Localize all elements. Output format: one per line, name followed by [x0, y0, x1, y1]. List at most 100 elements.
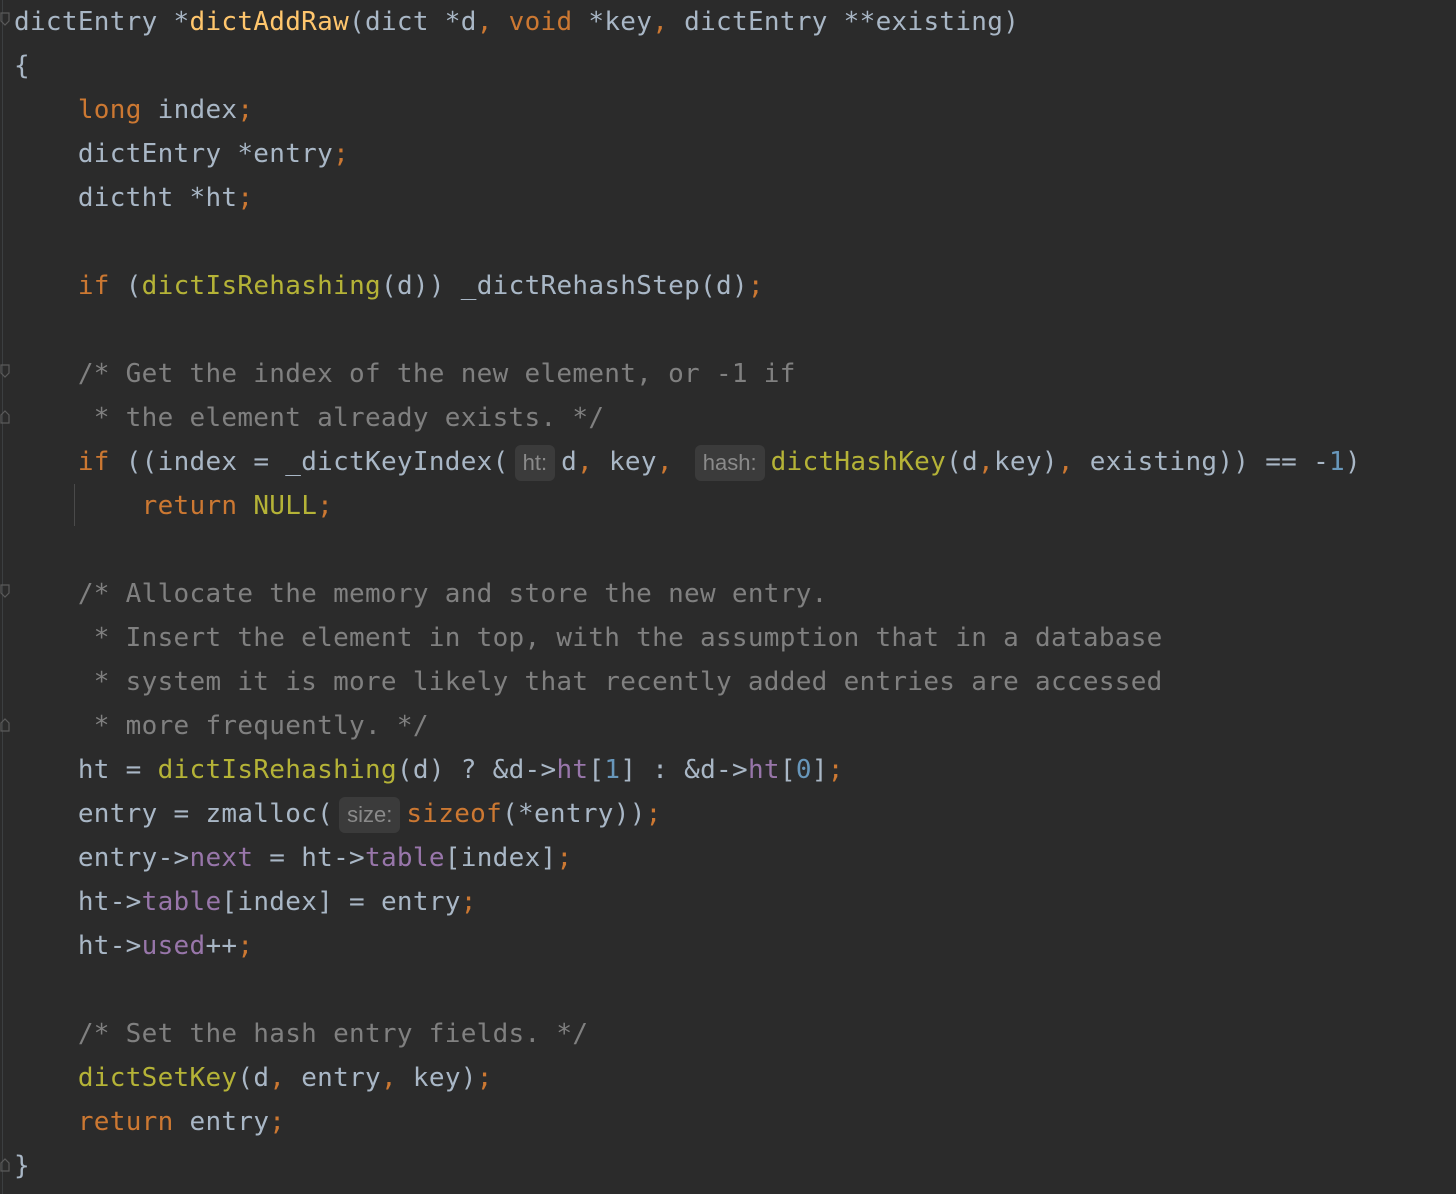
- fold-end-marker-icon[interactable]: [0, 1158, 10, 1172]
- fold-marker-icon[interactable]: [0, 584, 10, 598]
- code-token: entry = zmalloc(: [14, 799, 334, 829]
- code-line[interactable]: dictEntry *entry;: [14, 132, 349, 176]
- parameter-hint: ht:: [514, 444, 556, 481]
- code-token: dictHashKey: [770, 447, 947, 477]
- parameter-hint: size:: [339, 796, 401, 833]
- code-token: ht->: [14, 931, 142, 961]
- code-token: ,: [476, 7, 509, 37]
- code-token: entry: [189, 1107, 270, 1137]
- code-token: (dict *d: [349, 7, 477, 37]
- code-line[interactable]: dictEntry *dictAddRaw(dict *d, void *key…: [14, 0, 1019, 44]
- code-line[interactable]: ht = dictIsRehashing(d) ? &d->ht[1] : &d…: [14, 748, 844, 792]
- code-token: }: [14, 1151, 30, 1181]
- code-token: ht: [747, 755, 780, 785]
- code-token: table: [141, 887, 222, 917]
- code-token: ;: [237, 183, 254, 213]
- code-token: ht->: [14, 887, 142, 917]
- code-token: key): [412, 1063, 477, 1093]
- code-editor[interactable]: dictEntry *dictAddRaw(dict *d, void *key…: [0, 0, 1456, 1194]
- code-token: ht =: [14, 755, 158, 785]
- code-token: [index]: [444, 843, 557, 873]
- code-token: ;: [237, 931, 254, 961]
- code-line[interactable]: entry->next = ht->table[index];: [14, 836, 572, 880]
- code-line[interactable]: ht->table[index] = entry;: [14, 880, 477, 924]
- code-line[interactable]: return NULL;: [14, 484, 333, 528]
- code-token: ;: [747, 271, 764, 301]
- code-line[interactable]: dictSetKey(d, entry, key);: [14, 1056, 493, 1100]
- code-token: index: [157, 95, 238, 125]
- code-token: {: [14, 51, 30, 81]
- code-token: ;: [556, 843, 573, 873]
- code-line[interactable]: /* Set the hash entry fields. */: [14, 1012, 588, 1056]
- code-token: key): [993, 447, 1058, 477]
- code-line[interactable]: return entry;: [14, 1100, 285, 1144]
- code-line[interactable]: {: [14, 44, 30, 88]
- code-token: entry->: [14, 843, 190, 873]
- code-token: table: [365, 843, 445, 873]
- code-token: ((index = _dictKeyIndex(: [125, 447, 509, 477]
- code-line[interactable]: long index;: [14, 88, 253, 132]
- fold-end-marker-icon[interactable]: [0, 410, 10, 424]
- code-token: 1: [604, 755, 621, 785]
- code-token: if: [77, 447, 126, 477]
- code-token: next: [189, 843, 254, 873]
- code-token: if: [77, 271, 126, 301]
- code-token: ,: [269, 1063, 302, 1093]
- code-token: return: [77, 1107, 190, 1137]
- code-token: ;: [269, 1107, 286, 1137]
- code-token: key: [608, 447, 657, 477]
- code-token: ] : &d->: [620, 755, 748, 785]
- code-line[interactable]: ht->used++;: [14, 924, 253, 968]
- code-token: [: [779, 755, 796, 785]
- code-token: (d) ? &d->: [396, 755, 557, 785]
- code-token: dictht *ht: [14, 183, 238, 213]
- code-token: ]: [811, 755, 828, 785]
- code-token: ,: [381, 1063, 413, 1093]
- code-token: dictIsRehashing: [141, 271, 381, 301]
- code-line[interactable]: * the element already exists. */: [14, 396, 604, 440]
- code-token: ,: [1057, 447, 1090, 477]
- code-token: (: [125, 271, 142, 301]
- code-line[interactable]: }: [14, 1144, 30, 1188]
- code-token: (d)) _dictRehashStep(d): [380, 271, 748, 301]
- fold-end-marker-icon[interactable]: [0, 718, 10, 732]
- code-line[interactable]: if ((index = _dictKeyIndex(ht: d, key, ha…: [14, 440, 1361, 484]
- code-token: existing)) == -: [1089, 447, 1330, 477]
- code-token: ,: [978, 447, 994, 477]
- code-token: dictEntry *: [14, 7, 190, 37]
- code-token: ;: [333, 139, 350, 169]
- code-token: ;: [827, 755, 844, 785]
- code-token: * the element already exists. */: [14, 403, 605, 433]
- code-token: dictSetKey: [77, 1063, 238, 1093]
- code-token: ;: [317, 491, 334, 521]
- code-token: 1: [1329, 447, 1345, 477]
- code-token: /* Allocate the memory and store the new…: [14, 579, 828, 609]
- code-token: * more frequently. */: [14, 711, 429, 741]
- code-token: (d: [237, 1063, 270, 1093]
- code-token: (*entry)): [502, 799, 646, 829]
- code-token: return: [141, 491, 254, 521]
- fold-marker-icon[interactable]: [0, 364, 10, 378]
- code-line[interactable]: if (dictIsRehashing(d)) _dictRehashStep(…: [14, 264, 764, 308]
- code-line[interactable]: /* Get the index of the new element, or …: [14, 352, 796, 396]
- code-token: dictAddRaw: [189, 7, 350, 37]
- code-token: * system it is more likely that recently…: [14, 667, 1163, 697]
- code-line[interactable]: * more frequently. */: [14, 704, 429, 748]
- code-line[interactable]: * Insert the element in top, with the as…: [14, 616, 1163, 660]
- code-token: (d: [946, 447, 978, 477]
- fold-marker-icon[interactable]: [0, 12, 10, 26]
- code-token: void: [508, 7, 589, 37]
- code-line[interactable]: dictht *ht;: [14, 176, 253, 220]
- code-token: ;: [237, 95, 254, 125]
- code-token: ;: [476, 1063, 493, 1093]
- code-token: = ht->: [253, 843, 366, 873]
- code-line[interactable]: /* Allocate the memory and store the new…: [14, 572, 828, 616]
- code-token: dictEntry *entry: [14, 139, 334, 169]
- code-line[interactable]: * system it is more likely that recently…: [14, 660, 1163, 704]
- code-token: ,: [656, 447, 689, 477]
- code-line[interactable]: entry = zmalloc(size: sizeof(*entry));: [14, 792, 662, 836]
- code-token: ++: [205, 931, 238, 961]
- code-token: ;: [460, 887, 477, 917]
